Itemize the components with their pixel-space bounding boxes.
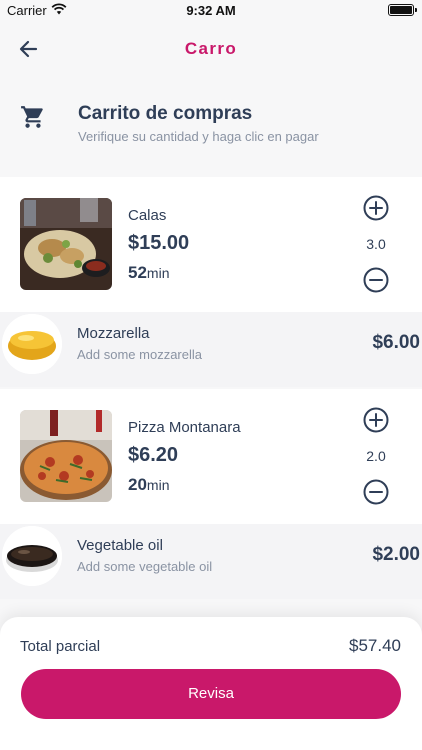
item-quantity: 2.0 (366, 448, 386, 464)
checkout-button[interactable]: Revisa (21, 669, 401, 719)
status-bar: Carrier 9:32 AM (0, 0, 422, 22)
addon-price: $2.00 (372, 544, 420, 565)
addon-name: Mozzarella (77, 325, 150, 342)
item-price: $6.20 (128, 444, 179, 466)
addon-item: Mozzarella Add some mozzarella $6.00 (0, 312, 422, 387)
addon-price: $6.00 (372, 332, 420, 353)
cart-item: Pizza Montanara $6.20 20min 2.0 (0, 389, 422, 524)
decrease-quantity-icon[interactable] (363, 479, 389, 505)
addon-image (2, 314, 62, 374)
clock: 9:32 AM (186, 3, 236, 18)
battery-icon (388, 4, 417, 16)
checkout-panel: Total parcial $57.40 Revisa (0, 617, 422, 750)
product-image (20, 198, 112, 290)
increase-quantity-icon[interactable] (363, 407, 389, 433)
addon-name: Vegetable oil (77, 537, 163, 554)
addon-description: Add some mozzarella (77, 347, 202, 362)
addon-description: Add some vegetable oil (77, 559, 213, 574)
item-name: Calas (128, 207, 167, 224)
product-image (20, 410, 112, 502)
cart-item: Calas $15.00 52min 3.0 (0, 177, 422, 312)
addon-image (2, 526, 62, 586)
increase-quantity-icon[interactable] (363, 195, 389, 221)
cart-subtitle: Verifique su cantidad y haga clic en pag… (78, 129, 319, 144)
item-price: $15.00 (128, 232, 190, 254)
decrease-quantity-icon[interactable] (363, 267, 389, 293)
cart-title: Carrito de compras (78, 103, 253, 124)
subtotal-label: Total parcial (20, 638, 101, 655)
shopping-cart-icon (21, 106, 43, 128)
item-name: Pizza Montanara (128, 419, 241, 436)
item-quantity: 3.0 (366, 236, 386, 252)
item-prep-time: 20min (128, 475, 170, 494)
page-title: Carro (184, 39, 238, 58)
subtotal-value: $57.40 (349, 636, 401, 655)
item-prep-time: 52min (128, 263, 170, 282)
addon-item: Vegetable oil Add some vegetable oil $2.… (0, 524, 422, 599)
